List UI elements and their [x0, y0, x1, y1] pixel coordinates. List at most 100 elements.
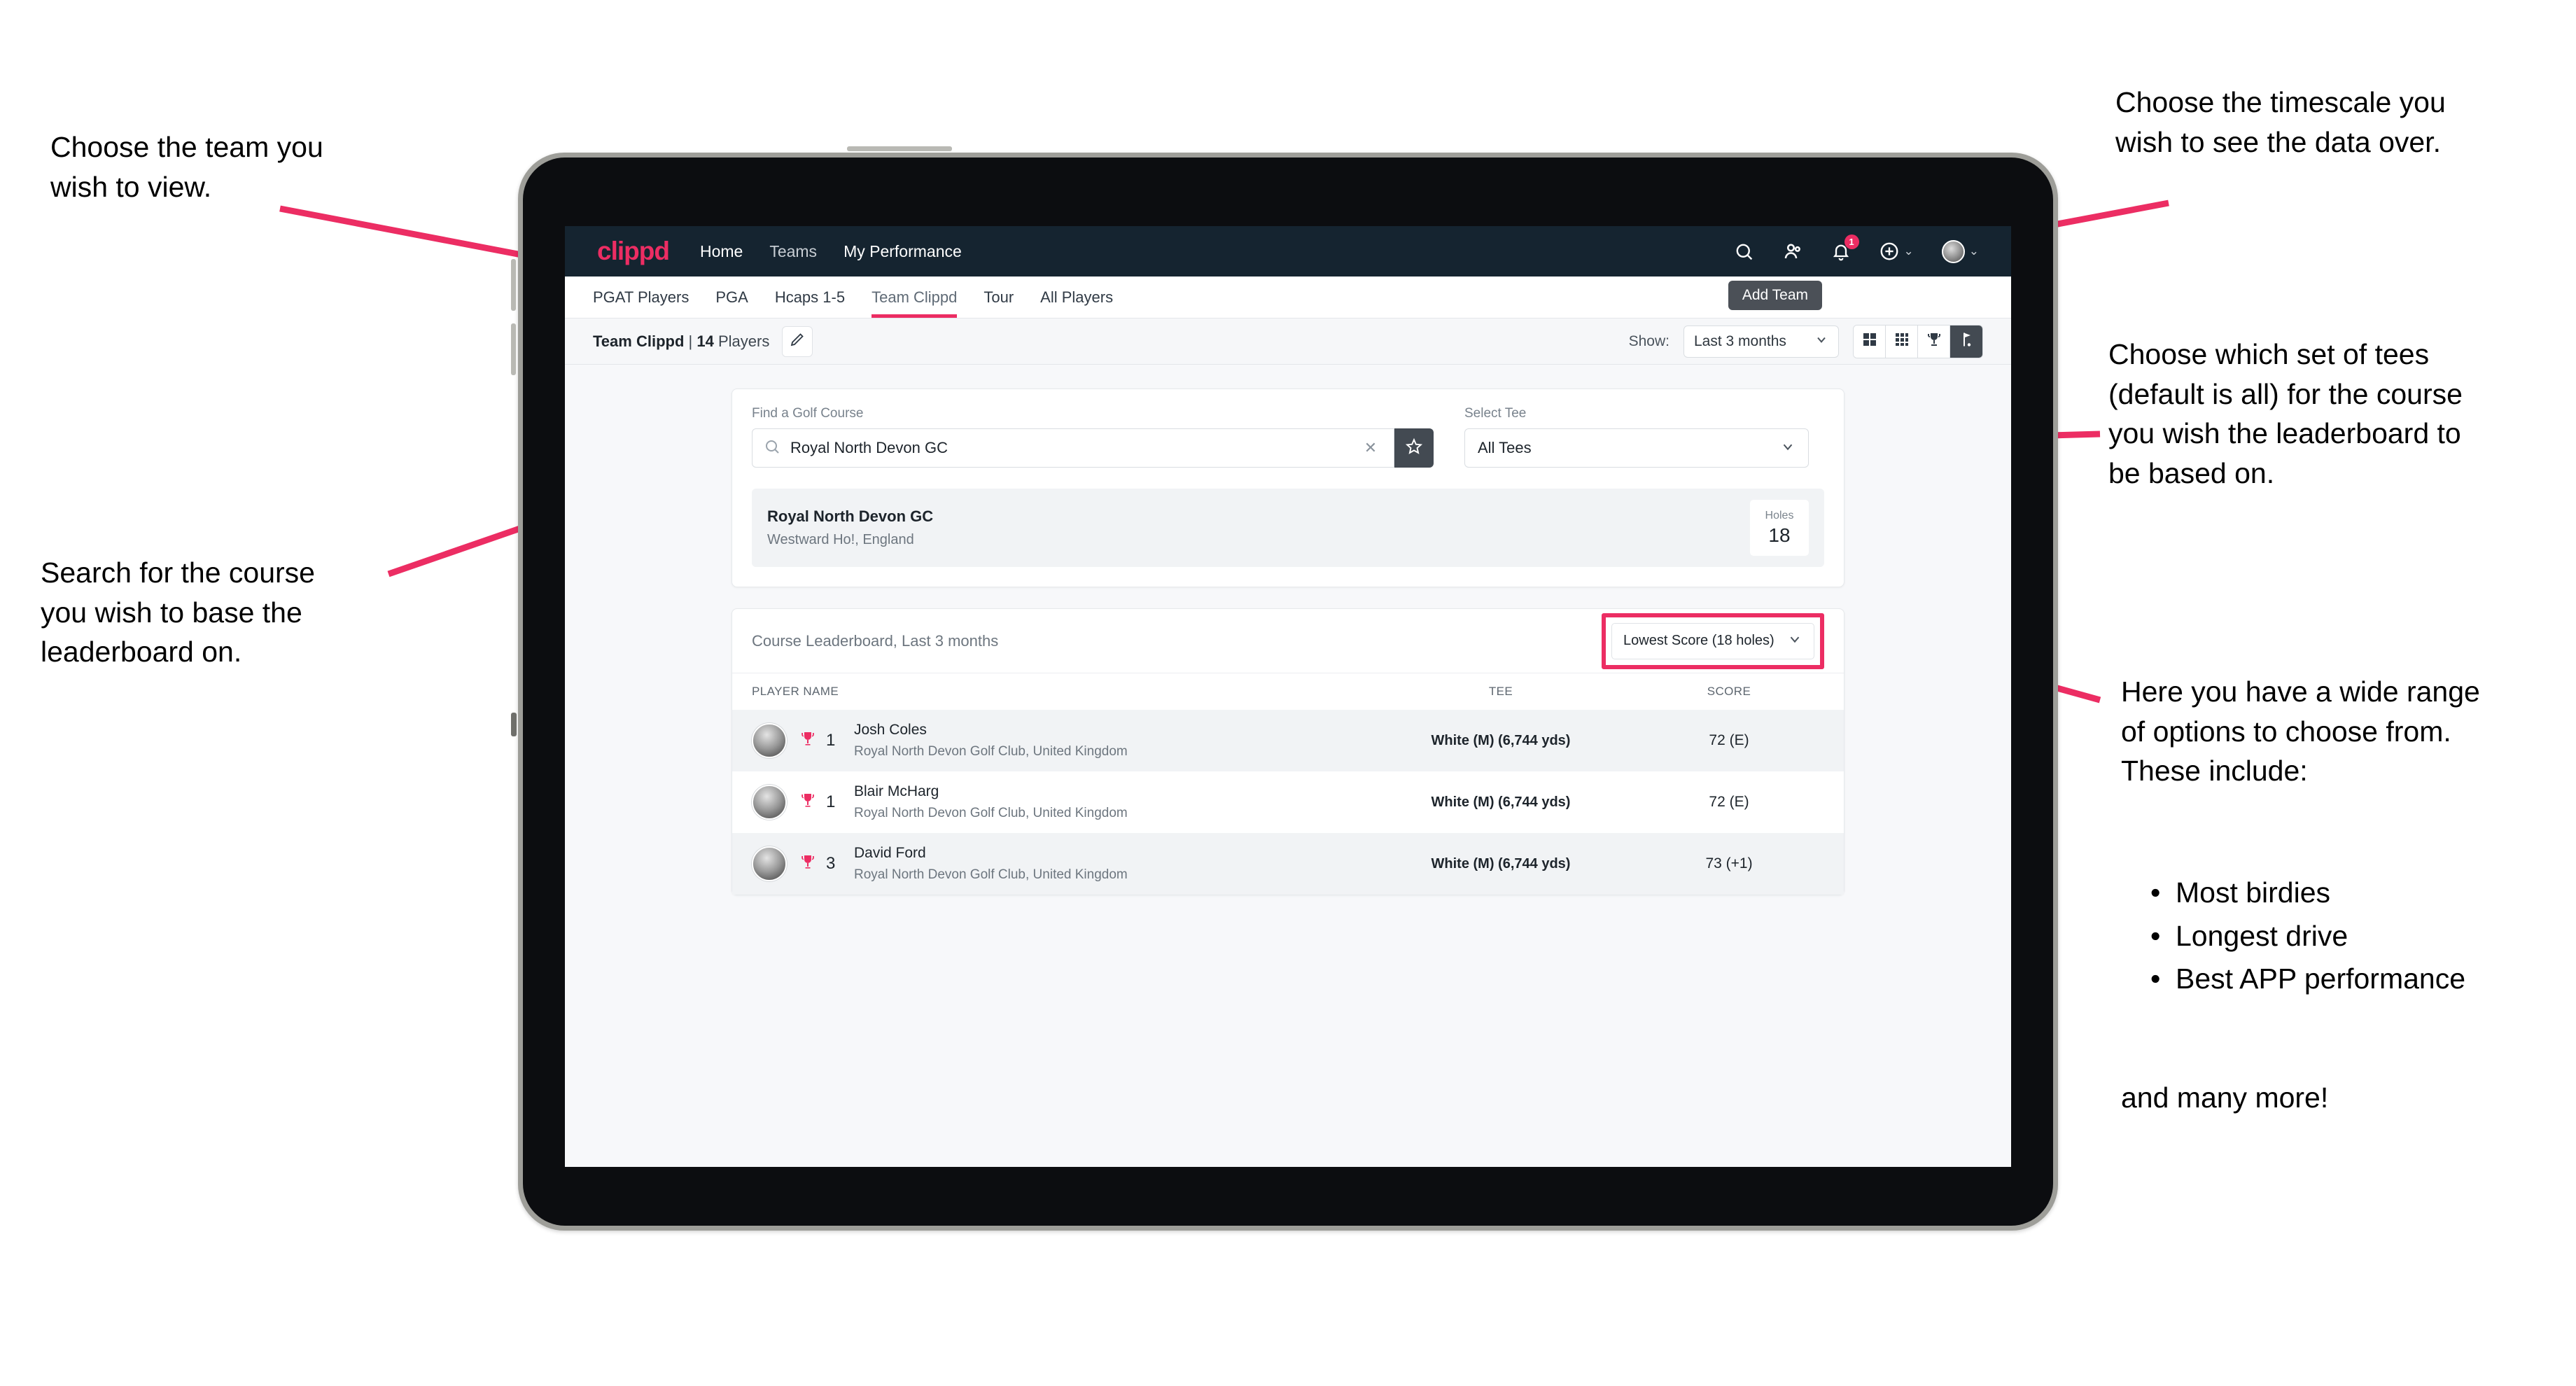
player-name: Josh Coles	[854, 722, 927, 738]
grid-2x2-icon	[1861, 331, 1878, 351]
chevron-down-icon: ⌄	[1968, 244, 1979, 258]
view-grid-2x2-button[interactable]	[1854, 325, 1886, 358]
table-row[interactable]: 1 Josh Coles Royal North Devon Golf Club…	[732, 710, 1844, 771]
players-word: Players	[718, 332, 770, 350]
pencil-icon	[789, 331, 806, 351]
leaderboard-header: Course Leaderboard, Last 3 months Lowest…	[732, 609, 1844, 673]
bell-icon[interactable]: 1	[1831, 234, 1859, 261]
clear-search-button[interactable]: ✕	[1359, 436, 1382, 460]
team-sub-bar: Team Clippd | 14 Players Show: Last 3 mo…	[565, 318, 2011, 365]
clippd-logo[interactable]: clippd	[597, 237, 670, 266]
row-tee: White (M) (6,744 yds)	[1431, 855, 1571, 872]
row-score: 72 (E)	[1709, 732, 1749, 748]
tutorial-screenshot: Choose the team you wish to view. Search…	[0, 0, 2576, 1386]
edit-team-button[interactable]	[782, 326, 813, 357]
timescale-select[interactable]: Last 3 months	[1684, 325, 1839, 358]
add-menu-button[interactable]: ⌄	[1879, 241, 1914, 262]
player-name: David Ford	[854, 845, 926, 861]
team-tab-bar: PGAT Players PGA Hcaps 1-5 Team Clippd T…	[565, 276, 2011, 318]
people-icon[interactable]	[1782, 241, 1803, 262]
player-cell: 3 David Ford Royal North Devon Golf Club…	[752, 845, 1368, 883]
course-holes-badge: Holes 18	[1750, 500, 1809, 556]
tablet-bezel: clippd Home Teams My Performance 1 ⌄ ⌄ P…	[523, 158, 2053, 1226]
player-info: Blair McHarg Royal North Devon Golf Club…	[847, 783, 1128, 821]
volume-up-button[interactable]	[511, 259, 516, 311]
course-search-row: Find a Golf Course Royal North Devon GC …	[732, 389, 1844, 489]
avatar	[752, 846, 787, 881]
team-name: Team Clippd	[593, 332, 685, 350]
app-screen: clippd Home Teams My Performance 1 ⌄ ⌄ P…	[565, 226, 2011, 1167]
page-content: Find a Golf Course Royal North Devon GC …	[565, 365, 2011, 895]
favorite-course-button[interactable]	[1394, 428, 1434, 468]
player-cell: 1 Josh Coles Royal North Devon Golf Club…	[752, 722, 1368, 760]
leaderboard-sort-select[interactable]: Lowest Score (18 holes)	[1611, 622, 1814, 659]
volume-down-button[interactable]	[511, 323, 516, 375]
search-input[interactable]: Royal North Devon GC ✕	[752, 428, 1394, 468]
top-bar-actions: 1 ⌄ ⌄	[1734, 234, 1979, 263]
tee-select-label: Select Tee	[1464, 406, 1527, 421]
add-team-tooltip: Add Team	[1728, 281, 1822, 310]
rank-number: 3	[826, 854, 836, 873]
leaderboard-sort-highlight: Lowest Score (18 holes)	[1602, 612, 1824, 669]
sub-bar-controls: Show: Last 3 months	[1629, 324, 1983, 358]
trophy-icon	[799, 853, 816, 875]
table-row[interactable]: 1 Blair McHarg Royal North Devon Golf Cl…	[732, 771, 1844, 833]
player-info: David Ford Royal North Devon Golf Club, …	[847, 845, 1128, 883]
view-course-button[interactable]	[1950, 325, 1982, 358]
tab-team-clippd[interactable]: Team Clippd	[872, 276, 958, 318]
search-icon[interactable]	[1734, 241, 1754, 262]
annotation-choose-timescale: Choose the timescale you wish to see the…	[2115, 86, 2446, 158]
leaderboard-subtitle: Last 3 months	[902, 631, 999, 650]
bullet-dot: •	[2150, 962, 2161, 995]
annotation-options-intro: Here you have a wide range of options to…	[2121, 676, 2480, 788]
tablet-device-frame: clippd Home Teams My Performance 1 ⌄ ⌄ P…	[511, 146, 2058, 1231]
avatar	[752, 785, 787, 820]
tab-pgat-players[interactable]: PGAT Players	[593, 276, 689, 318]
rank-number: 1	[826, 731, 836, 750]
course-search-field: Find a Golf Course Royal North Devon GC …	[752, 406, 1434, 468]
team-separator: |	[688, 332, 693, 350]
row-tee: White (M) (6,744 yds)	[1431, 732, 1571, 748]
view-trophy-button[interactable]	[1918, 325, 1950, 358]
course-result-card[interactable]: Royal North Devon GC Westward Ho!, Engla…	[752, 489, 1824, 567]
side-port	[511, 713, 517, 736]
star-icon	[1405, 438, 1423, 459]
chevron-down-icon	[1780, 439, 1795, 458]
holes-label: Holes	[1765, 509, 1794, 522]
trophy-icon	[1926, 331, 1942, 351]
search-icon	[764, 438, 780, 458]
rank-number: 1	[826, 792, 836, 811]
nav-my-performance[interactable]: My Performance	[844, 242, 962, 261]
tab-pga[interactable]: PGA	[715, 276, 748, 318]
trophy-icon	[799, 792, 816, 813]
leaderboard-title: Course Leaderboard, Last 3 months	[752, 632, 998, 650]
tee-select-value: All Tees	[1478, 439, 1532, 456]
view-grid-3x3-button[interactable]	[1886, 325, 1918, 358]
avatar	[752, 723, 787, 758]
nav-home[interactable]: Home	[700, 242, 743, 261]
chevron-down-icon: ⌄	[1903, 244, 1914, 258]
chevron-down-icon	[1787, 631, 1802, 650]
profile-menu-button[interactable]: ⌄	[1941, 239, 1979, 263]
tab-all-players[interactable]: All Players	[1040, 276, 1113, 318]
table-row[interactable]: 3 David Ford Royal North Devon Golf Club…	[732, 833, 1844, 895]
avatar	[1941, 239, 1965, 263]
course-search-group: Royal North Devon GC ✕	[752, 428, 1434, 468]
course-result-location: Westward Ho!, England	[767, 532, 914, 547]
bullet-longest-drive: Longest drive	[2176, 919, 2348, 952]
tee-select[interactable]: All Tees	[1464, 428, 1809, 468]
primary-nav: Home Teams My Performance	[700, 242, 962, 261]
leaderboard-sort-value: Lowest Score (18 holes)	[1623, 633, 1774, 648]
tee-select-field: Select Tee All Tees	[1464, 406, 1809, 468]
player-name: Blair McHarg	[854, 783, 939, 799]
course-search-panel: Find a Golf Course Royal North Devon GC …	[732, 388, 1844, 587]
tab-tour[interactable]: Tour	[983, 276, 1014, 318]
course-result-name: Royal North Devon GC	[767, 507, 934, 525]
player-count: 14	[696, 332, 714, 350]
timescale-value: Last 3 months	[1694, 332, 1786, 349]
tab-hcaps-1-5[interactable]: Hcaps 1-5	[775, 276, 845, 318]
player-info: Josh Coles Royal North Devon Golf Club, …	[847, 722, 1128, 760]
nav-teams[interactable]: Teams	[769, 242, 817, 261]
power-button[interactable]	[847, 146, 952, 151]
golf-flag-icon	[1958, 331, 1975, 351]
